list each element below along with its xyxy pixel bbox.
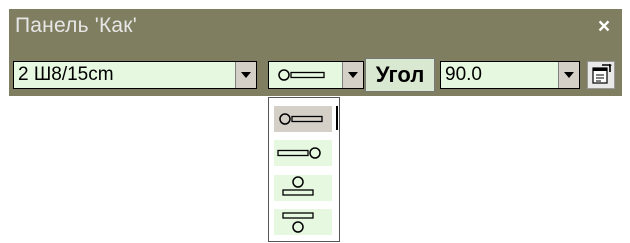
selection-caret: [336, 106, 338, 130]
angle-label: Угол: [365, 58, 435, 92]
symbol-dropdown-list: [268, 97, 340, 242]
circle-below-bar-icon: [282, 212, 314, 233]
angle-combo[interactable]: 90.0: [440, 61, 580, 89]
toolbar: 2 Ш8/15cm Угол 90.0: [9, 46, 622, 96]
angle-combo-value: 90.0: [445, 64, 482, 85]
close-button[interactable]: ×: [594, 16, 614, 38]
size-combo-value: 2 Ш8/15cm: [18, 64, 114, 85]
bar-left-circle-right-icon: [277, 147, 321, 159]
size-combo-dropdown-button[interactable]: [235, 62, 256, 88]
panel-title: Панель 'Как': [15, 14, 137, 37]
symbol-option-circle-right[interactable]: [274, 140, 332, 166]
symbol-option-circle-left[interactable]: [274, 106, 332, 132]
circle-left-bar-right-icon: [279, 113, 323, 125]
properties-button[interactable]: [587, 61, 615, 89]
symbol-combo[interactable]: [268, 61, 364, 89]
circle-left-bar-right-icon: [278, 69, 325, 81]
properties-icon: [592, 64, 612, 84]
symbol-option-circle-below[interactable]: [274, 209, 332, 235]
symbol-option-circle-above[interactable]: [274, 175, 332, 201]
angle-combo-dropdown-button[interactable]: [558, 62, 579, 88]
panel-window: Панель 'Как' × 2 Ш8/15cm Угол 90.0: [9, 9, 622, 96]
symbol-combo-dropdown-button[interactable]: [342, 62, 363, 88]
circle-above-bar-icon: [282, 176, 314, 196]
title-bar[interactable]: Панель 'Как' ×: [9, 9, 622, 46]
size-combo[interactable]: 2 Ш8/15cm: [13, 61, 257, 89]
